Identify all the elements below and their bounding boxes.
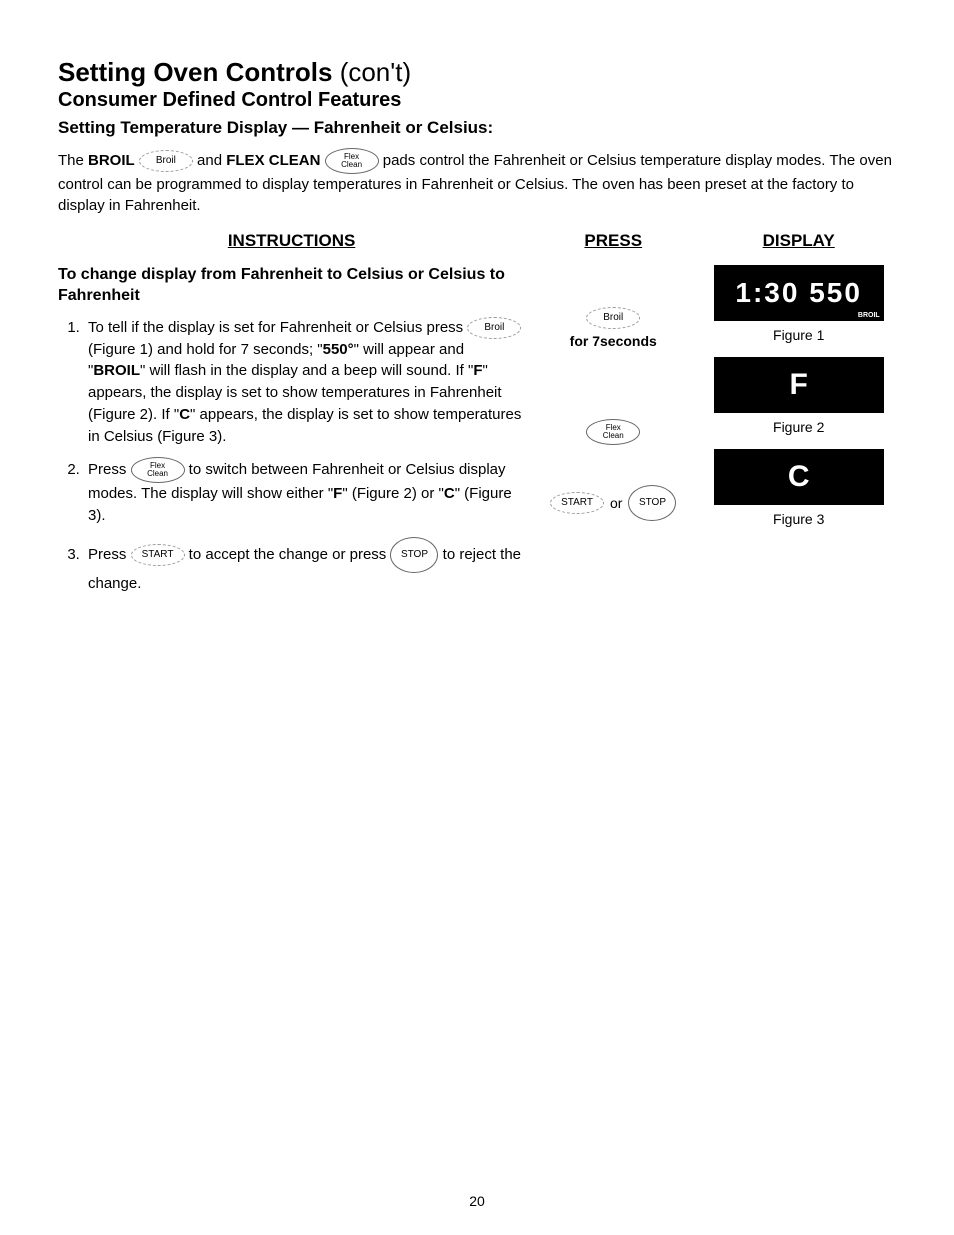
intro-paragraph: The BROIL Broil and FLEX CLEAN FlexClean… (58, 148, 896, 218)
figure-2-caption: Figure 2 (701, 419, 896, 435)
step-bold: F (333, 485, 342, 502)
step-text: Press (88, 461, 131, 478)
press-step-1: Broil for 7seconds (545, 307, 681, 349)
page-subtitle: Consumer Defined Control Features (58, 89, 896, 112)
start-pad-icon: START (550, 492, 604, 514)
stop-pad-icon: STOP (390, 537, 438, 573)
intro-bold: BROIL (88, 152, 135, 169)
pad-line: Clean (341, 161, 362, 169)
step-bold: C (179, 406, 190, 423)
title-main-rest: (con't) (332, 57, 411, 87)
step-2: Press FlexClean to switch between Fahren… (84, 457, 525, 527)
step-text: to accept the change or press (185, 546, 391, 563)
pad-line: Clean (603, 432, 624, 440)
change-heading: To change display from Fahrenheit to Cel… (58, 265, 525, 307)
step-text: " will flash in the display and a beep w… (140, 362, 473, 379)
step-text: Press (88, 546, 131, 563)
pad-line: Clean (147, 470, 168, 478)
instructions-column: INSTRUCTIONS To change display from Fahr… (58, 231, 525, 605)
figure-3-caption: Figure 3 (701, 511, 896, 527)
display-figure-2: F (714, 357, 884, 413)
press-step-2: FlexClean (545, 419, 681, 445)
display-readout: F (790, 368, 808, 402)
press-or: or (610, 495, 622, 511)
press-step-3: START or STOP (545, 485, 681, 521)
display-readout: C (788, 460, 810, 494)
flex-clean-pad-icon: FlexClean (325, 148, 379, 174)
figure-1-caption: Figure 1 (701, 327, 896, 343)
broil-pad-icon: Broil (586, 307, 640, 329)
steps-list: To tell if the display is set for Fahren… (58, 317, 525, 595)
step-bold: 550° (323, 341, 354, 358)
press-column: PRESS Broil for 7seconds FlexClean START… (545, 231, 681, 605)
stop-pad-icon: STOP (628, 485, 676, 521)
broil-pad-icon: Broil (139, 150, 193, 172)
step-3: Press START to accept the change or pres… (84, 537, 525, 595)
step-bold: BROIL (93, 362, 140, 379)
instructions-header: INSTRUCTIONS (58, 231, 525, 251)
flex-clean-pad-icon: FlexClean (586, 419, 640, 445)
step-text: To tell if the display is set for Fahren… (88, 319, 467, 336)
press-header: PRESS (545, 231, 681, 251)
display-readout: 1:30 550 (735, 277, 862, 309)
intro-text: and (193, 152, 226, 169)
manual-page: Setting Oven Controls (con't) Consumer D… (0, 0, 954, 1235)
press-caption: for 7seconds (570, 333, 657, 349)
display-small-label: BROIL (858, 312, 880, 319)
intro-text (320, 152, 324, 169)
three-column-layout: INSTRUCTIONS To change display from Fahr… (58, 231, 896, 605)
step-bold: F (473, 362, 482, 379)
intro-text: The (58, 152, 88, 169)
step-1: To tell if the display is set for Fahren… (84, 317, 525, 448)
page-title: Setting Oven Controls (con't) (58, 58, 896, 87)
page-subsubtitle: Setting Temperature Display — Fahrenheit… (58, 118, 896, 138)
step-text: (Figure 1) and hold for 7 seconds; " (88, 341, 323, 358)
intro-bold: FLEX CLEAN (226, 152, 320, 169)
start-pad-icon: START (131, 544, 185, 566)
step-bold: C (444, 485, 455, 502)
display-column: DISPLAY 1:30 550 BROIL Figure 1 F Figure… (701, 231, 896, 605)
display-figure-3: C (714, 449, 884, 505)
page-number: 20 (0, 1193, 954, 1209)
flex-clean-pad-icon: FlexClean (131, 457, 185, 483)
step-text: " (Figure 2) or " (342, 485, 444, 502)
title-main-bold: Setting Oven Controls (58, 57, 332, 87)
broil-pad-icon: Broil (467, 317, 521, 339)
display-figure-1: 1:30 550 BROIL (714, 265, 884, 321)
display-header: DISPLAY (701, 231, 896, 251)
